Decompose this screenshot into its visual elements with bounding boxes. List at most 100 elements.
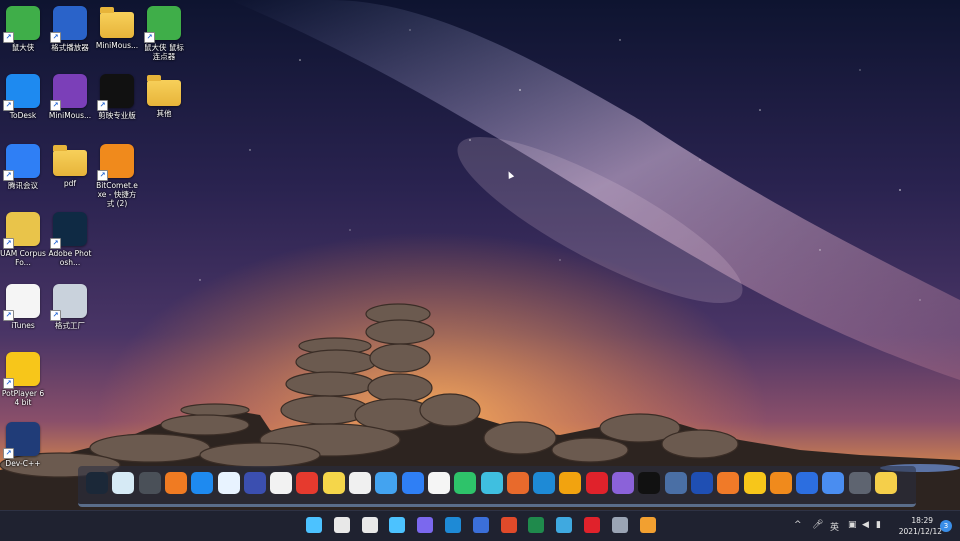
photoshop-icon: ↗ [50,212,87,249]
wps-icon[interactable] [796,472,819,494]
settings-icon[interactable] [611,517,628,533]
uam-corpus-icon: ↗ [3,212,40,249]
app-icon[interactable] [690,472,713,494]
desktop-icon[interactable]: ↗ iTunes [0,284,46,330]
record-icon[interactable] [585,472,608,494]
v-app-icon[interactable] [243,472,266,494]
desktop-icon[interactable]: ↗ 格式播放器 [47,6,93,52]
app-icon[interactable] [500,517,517,533]
excel-icon[interactable] [528,517,545,533]
desktop-icon[interactable]: ↗ MiniMous... [47,74,93,120]
app-icon[interactable] [217,472,240,494]
steam-icon[interactable] [86,472,108,494]
shortcut-arrow-icon: ↗ [97,170,108,181]
qq-icon[interactable] [296,472,319,494]
star-app-icon[interactable] [822,472,845,494]
desktop-icon[interactable]: ↗ Dev-C++ [0,422,46,468]
desktop-icon[interactable]: ↗ 腾讯会议 [0,144,46,190]
desktop-icon[interactable]: pdf [47,144,93,188]
desktop-icon[interactable]: 其他 [141,74,187,118]
desktop-icon[interactable]: ↗ 剪映专业版 [94,74,140,120]
shortcut-arrow-icon: ↗ [50,100,61,111]
tencent-meeting-icon[interactable] [401,472,424,494]
desktop-icon[interactable]: ↗ 鼠大侠 [0,6,46,52]
todesk-icon[interactable] [191,472,214,494]
v-app-icon[interactable] [164,472,187,494]
tray-overflow-chevron-icon[interactable]: ^ [794,520,802,530]
desktop-icon-label: Adobe Photosh... [48,249,92,267]
itunes-icon: ↗ [3,284,40,321]
app-icon[interactable] [375,472,398,494]
desktop-icon[interactable]: ↗ UAM Corpus Fo... [0,212,46,267]
folder-icon [53,145,87,176]
search-icon[interactable] [333,517,350,533]
clock-date[interactable]: 2021/12/12 [899,527,942,536]
app-icon[interactable] [480,472,503,494]
desktop-icon-label: 腾讯会议 [8,181,38,190]
potplayer-icon[interactable] [743,472,766,494]
app-icon[interactable] [559,472,582,494]
desktop-icon[interactable]: MiniMous... [94,6,140,50]
desktop-icon-label: PotPlayer 64 bit [1,389,45,407]
ime-indicator[interactable]: 英 [830,520,839,533]
mouse-helper-clicker-icon: ↗ [144,6,181,43]
rar-archive-icon: ↗ [50,74,87,111]
app-icon[interactable] [472,517,489,533]
grid-app-icon[interactable] [848,472,871,494]
notification-badge[interactable]: 3 [940,520,952,532]
capcut-icon: ↗ [97,74,134,111]
shortcut-arrow-icon: ↗ [50,32,61,43]
potplayer-icon: ↗ [3,352,40,389]
app-icon[interactable] [717,472,740,494]
shortcut-arrow-icon: ↗ [3,32,14,43]
desktop-icon[interactable]: ↗ 格式工厂 [47,284,93,330]
shortcut-arrow-icon: ↗ [3,310,14,321]
microphone-icon[interactable]: 🎤︎ [812,520,823,530]
bitcomet-icon[interactable] [769,472,792,494]
app-icon[interactable] [112,472,135,494]
desktop-icon-label: pdf [63,179,77,188]
matlab-icon[interactable] [506,472,529,494]
clock-time[interactable]: 18:29 [911,516,933,525]
shortcut-arrow-icon: ↗ [3,238,14,249]
shortcut-arrow-icon: ↗ [3,448,14,459]
task-view-icon[interactable] [361,517,378,533]
shortcut-arrow-icon: ↗ [3,170,14,181]
u-app-icon[interactable] [270,472,293,494]
app-icon[interactable] [322,472,345,494]
wechat-icon[interactable] [349,472,371,494]
chat-icon[interactable] [417,517,434,533]
cloud-icon[interactable] [427,472,450,494]
app-icon[interactable] [612,472,634,494]
battery-icon[interactable]: ▮ [876,520,881,530]
desktop-icon[interactable]: ↗ 鼠大侠 鼠标连点器 [141,6,187,61]
capcut-icon[interactable] [638,472,661,494]
volume-icon[interactable]: ◀ [862,520,869,530]
app-icon[interactable] [639,517,656,533]
desktop-icon-label: iTunes [11,321,35,330]
app-icon[interactable] [556,517,573,533]
windows-start-icon[interactable] [306,517,322,533]
edge-icon[interactable] [533,472,556,494]
play-icon[interactable] [454,472,477,494]
desktop-icon[interactable]: ↗ ToDesk [0,74,46,120]
shortcut-arrow-icon: ↗ [50,310,61,321]
network-icon[interactable]: ▣ [848,520,857,530]
record-icon[interactable] [584,517,600,533]
desktop-icon[interactable]: ↗ Adobe Photosh... [47,212,93,267]
widgets-icon[interactable] [389,517,406,533]
shortcut-arrow-icon: ↗ [3,100,14,111]
desktop-icon-label: ToDesk [9,111,37,120]
format-factory-icon: ↗ [50,284,87,321]
app-dock [78,466,916,507]
edge-icon[interactable] [445,517,461,533]
app-icon[interactable] [664,472,687,494]
sticky-note-icon[interactable] [875,472,897,494]
app-icon[interactable] [138,472,161,494]
shortcut-arrow-icon: ↗ [144,32,155,43]
shortcut-arrow-icon: ↗ [50,238,61,249]
desktop-icon-label: 格式播放器 [51,43,89,52]
desktop-icon[interactable]: ↗ PotPlayer 64 bit [0,352,46,407]
desktop-icon[interactable]: ↗ BitComet.exe - 快捷方式 (2) [94,144,140,208]
folder-icon [147,75,181,106]
